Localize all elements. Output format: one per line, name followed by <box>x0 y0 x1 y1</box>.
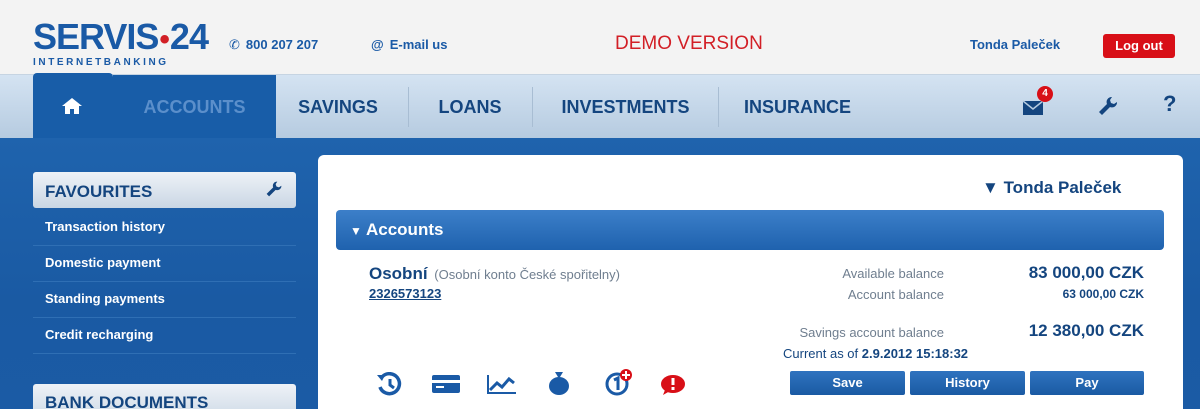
history-icon[interactable] <box>376 371 402 401</box>
email-link[interactable]: @ E-mail us <box>371 37 447 52</box>
triangle-down-icon: ▼ <box>350 224 362 238</box>
tab-savings[interactable]: SAVINGS <box>288 75 388 139</box>
bank-documents-title: BANK DOCUMENTS <box>45 393 209 409</box>
nav-divider <box>408 87 409 127</box>
logo-text-left: SERVIS <box>33 16 159 57</box>
tab-accounts[interactable]: ACCOUNTS <box>113 75 276 139</box>
account-number-link[interactable]: 2326573123 <box>369 286 441 301</box>
accounts-title: Accounts <box>365 220 444 239</box>
logo-subtitle: INTERNETBANKING <box>33 57 169 68</box>
favourites-header: FAVOURITES <box>33 172 296 208</box>
savings-balance-label: Savings account balance <box>799 325 944 340</box>
wrench-icon[interactable] <box>1097 95 1119 122</box>
at-icon: @ <box>371 37 384 52</box>
tab-insurance[interactable]: INSURANCE <box>730 75 865 139</box>
chart-icon[interactable] <box>487 374 517 399</box>
phone-number: 800 207 207 <box>245 37 319 52</box>
tab-investments[interactable]: INVESTMENTS <box>543 75 708 139</box>
accounts-section-header[interactable]: ▼ Accounts <box>336 210 1164 250</box>
phone-link[interactable]: ✆ 800 207 207 <box>229 37 318 53</box>
account-description: (Osobní konto České spořitelny) <box>434 267 620 282</box>
alert-message-icon[interactable] <box>660 374 686 401</box>
bank-documents-header[interactable]: BANK DOCUMENTS <box>33 384 296 409</box>
email-label: E-mail us <box>389 37 448 52</box>
current-as-of: Current as of 2.9.2012 15:18:32 <box>783 346 969 361</box>
sidebar-item-standing-payments[interactable]: Standing payments <box>33 282 296 318</box>
account-balance-value: 63 000,00 CZK <box>1062 287 1144 301</box>
history-button[interactable]: History <box>910 371 1025 395</box>
sidebar-item-credit-recharging[interactable]: Credit recharging <box>33 318 296 354</box>
favourites-title: FAVOURITES <box>45 182 153 201</box>
card-icon[interactable] <box>432 375 460 398</box>
favourites-settings-icon[interactable] <box>265 180 283 203</box>
tab-home[interactable] <box>33 73 113 139</box>
nav-divider <box>718 87 719 127</box>
current-as-of-date: 2.9.2012 15:18:32 <box>861 346 969 361</box>
available-balance-value: 83 000,00 CZK <box>1028 263 1144 282</box>
account-name: Osobní (Osobní konto České spořitelny) <box>369 264 620 283</box>
help-icon[interactable]: ? <box>1163 91 1176 117</box>
main-nav: ACCOUNTS SAVINGS LOANS INVESTMENTS INSUR… <box>0 73 1200 139</box>
owner-name: Tonda Paleček <box>1003 178 1122 197</box>
sidebar-item-domestic-payment[interactable]: Domestic payment <box>33 246 296 282</box>
triangle-down-icon: ▼ <box>982 178 999 197</box>
money-bag-icon[interactable] <box>548 371 570 400</box>
header: SERVIS•24 INTERNETBANKING ✆ 800 207 207 @… <box>0 0 1200 74</box>
sidebar-item-transaction-history[interactable]: Transaction history <box>33 210 296 246</box>
owner-selector[interactable]: ▼ Tonda Paleček <box>982 178 1121 198</box>
servis24-logo[interactable]: SERVIS•24 INTERNETBANKING <box>33 19 209 69</box>
available-balance-label: Available balance <box>842 266 944 281</box>
demo-version-label: DEMO VERSION <box>615 33 763 54</box>
messages-badge: 4 <box>1037 86 1053 102</box>
one-time-payment-icon[interactable] <box>605 368 633 401</box>
tab-loans[interactable]: LOANS <box>420 75 520 139</box>
logo-text-right: 24 <box>169 16 209 57</box>
logo-dot: • <box>159 23 169 56</box>
phone-icon: ✆ <box>229 37 240 52</box>
logout-button[interactable]: Log out <box>1103 34 1175 58</box>
user-name-link[interactable]: Tonda Paleček <box>970 37 1060 52</box>
pay-button[interactable]: Pay <box>1030 371 1144 395</box>
account-balance-label: Account balance <box>847 287 944 302</box>
nav-divider <box>532 87 533 127</box>
save-button[interactable]: Save <box>790 371 905 395</box>
savings-balance-value: 12 380,00 CZK <box>1028 321 1144 340</box>
home-icon <box>62 98 82 114</box>
